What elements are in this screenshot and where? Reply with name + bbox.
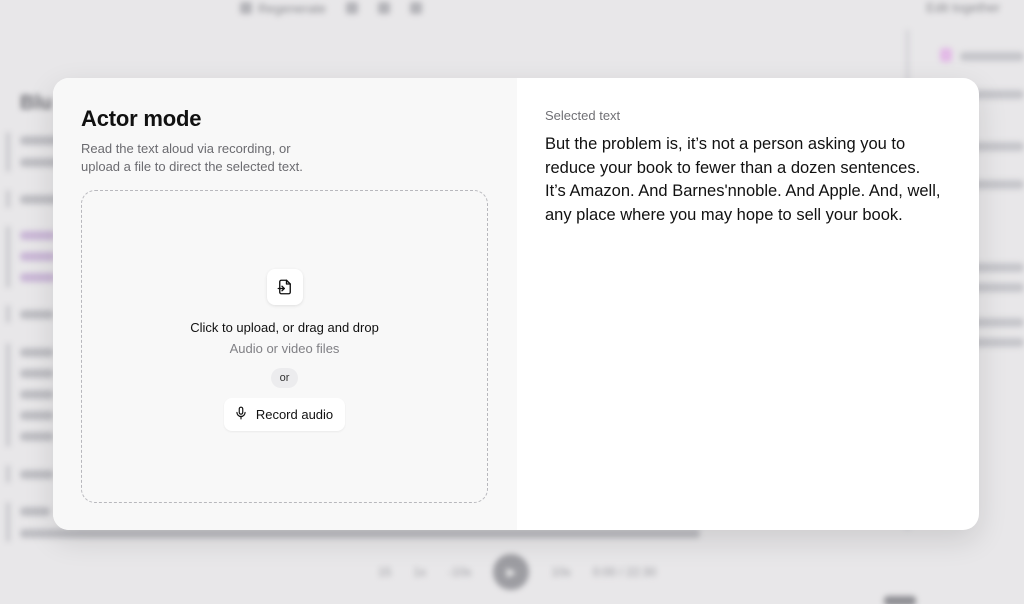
text-line xyxy=(20,231,56,240)
audio-player: 15 1x -10s ▶ 10s 0:00 / 22:30 xyxy=(378,553,656,591)
text-line xyxy=(20,507,50,516)
text-line xyxy=(20,252,56,261)
regenerate-label: Regenerate xyxy=(258,0,326,16)
selected-text-pane: Selected text But the problem is, it’s n… xyxy=(517,78,979,530)
paragraph-marker xyxy=(6,190,10,208)
paragraph-marker xyxy=(6,343,10,447)
paragraph-marker xyxy=(6,465,10,483)
actor-mode-dialog: Actor mode Read the text aloud via recor… xyxy=(53,78,979,530)
comment-badge-icon xyxy=(940,48,952,62)
dialog-subtitle: Read the text aloud via recording, or up… xyxy=(81,141,303,174)
regenerate-toolbar-item: Regenerate xyxy=(240,1,326,16)
toolbar-icon xyxy=(345,2,358,14)
speed-label: 1x xyxy=(413,565,427,579)
text-line xyxy=(20,390,54,399)
toolbar-icon xyxy=(409,2,422,14)
upload-subtitle: Audio or video files xyxy=(229,341,340,356)
corner-button xyxy=(884,596,916,604)
document-heading: Blu xyxy=(20,92,53,114)
or-divider: or xyxy=(270,368,299,388)
microphone-icon xyxy=(234,405,248,424)
upload-title: Click to upload, or drag and drop xyxy=(190,320,379,335)
paragraph-marker xyxy=(6,226,10,288)
paragraph-marker xyxy=(6,305,10,323)
dialog-title: Actor mode xyxy=(81,106,202,131)
text-line xyxy=(20,470,54,479)
toolbar-icon xyxy=(377,2,390,14)
upload-pane: Actor mode Read the text aloud via recor… xyxy=(53,78,517,530)
text-line xyxy=(20,411,54,420)
text-line xyxy=(20,273,56,282)
upload-dropzone[interactable]: Click to upload, or drag and drop Audio … xyxy=(81,190,488,503)
selected-text-body: But the problem is, it’s not a person as… xyxy=(545,135,941,224)
rewind-label: -10s xyxy=(448,565,472,579)
collab-label: Edit together xyxy=(926,0,1000,15)
file-import-icon xyxy=(266,269,303,305)
text-line xyxy=(20,310,54,319)
text-line xyxy=(20,369,54,378)
regenerate-icon xyxy=(240,2,252,14)
side-panel-item xyxy=(960,52,1024,61)
paragraph-marker xyxy=(6,502,10,542)
paragraph-marker xyxy=(6,132,10,172)
record-audio-label: Record audio xyxy=(255,407,334,422)
time-label: 0:00 / 22:30 xyxy=(592,565,657,579)
text-line xyxy=(20,432,54,441)
text-line xyxy=(20,348,54,357)
text-line xyxy=(20,529,700,538)
back-label: 15 xyxy=(378,565,392,579)
play-icon: ▶ xyxy=(493,554,530,590)
record-audio-button[interactable]: Record audio xyxy=(223,398,346,431)
selected-text-label: Selected text xyxy=(545,108,621,123)
forward-label: 10s xyxy=(551,565,571,579)
background-toolbar: Regenerate xyxy=(240,0,422,16)
